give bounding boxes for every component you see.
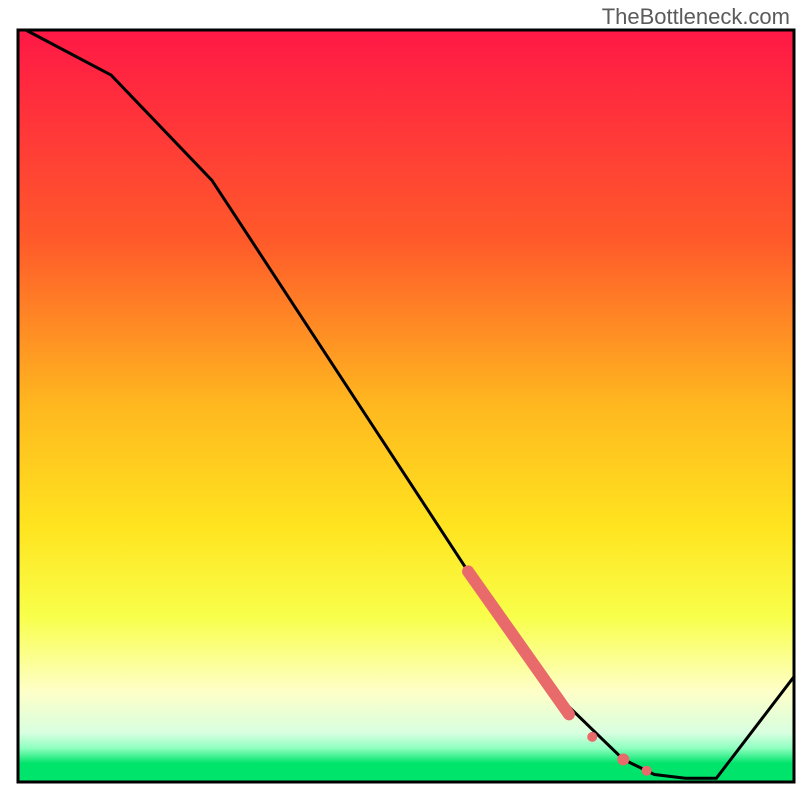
chart-container: TheBottleneck.com (0, 0, 800, 800)
chart-svg (0, 0, 800, 800)
watermark-text: TheBottleneck.com (602, 4, 790, 30)
marker-dot-1 (617, 753, 629, 765)
marker-dot-2 (642, 766, 652, 776)
marker-dot-0 (587, 732, 597, 742)
chart-background (18, 30, 794, 782)
